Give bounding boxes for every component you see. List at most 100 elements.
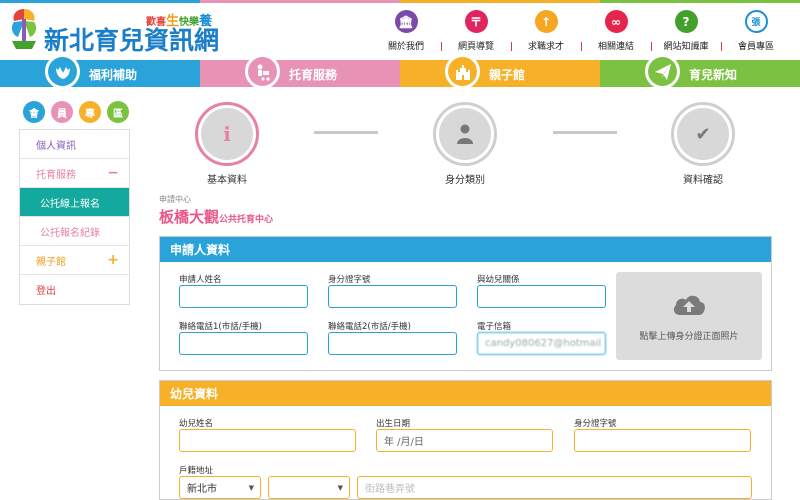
chevron-down-icon: ▼ bbox=[248, 483, 254, 492]
sidebar-item-label: 公托線上報名 bbox=[40, 198, 100, 210]
castle-icon bbox=[445, 54, 480, 89]
top-color-bar-green bbox=[600, 0, 800, 3]
main-nav-label: 托育服務 bbox=[289, 68, 338, 82]
sidebar-item[interactable]: 個人資訊 bbox=[20, 130, 129, 159]
top-nav-label: 會員專區 bbox=[737, 42, 774, 52]
child-name-input[interactable] bbox=[179, 429, 356, 452]
relationship-input[interactable] bbox=[477, 285, 606, 308]
sidebar-item[interactable]: 托育服務 − bbox=[20, 159, 129, 188]
child-id-input[interactable] bbox=[574, 429, 751, 452]
field-label: 幼兒姓名 bbox=[179, 419, 214, 429]
top-nav-item[interactable]: 〒網頁導覽 bbox=[446, 10, 506, 52]
top-nav-label: 求職求才 bbox=[527, 42, 564, 52]
info-glyph: i bbox=[223, 122, 231, 146]
center-name-suffix: 公共托育中心 bbox=[219, 215, 274, 225]
field-label: 電子信箱 bbox=[477, 322, 512, 332]
step-basic-info: i bbox=[195, 102, 259, 166]
top-nav-separator bbox=[441, 42, 442, 51]
paper-plane-icon bbox=[645, 54, 680, 89]
slogan-part: 生 bbox=[166, 14, 180, 29]
top-color-bar-blue bbox=[0, 0, 200, 3]
main-nav-item[interactable]: 育兒新知 bbox=[600, 54, 800, 89]
sidebar-item[interactable]: 公托線上報名 bbox=[20, 188, 129, 217]
link-icon: ∞ bbox=[604, 10, 628, 33]
member-badge-char: 會 bbox=[23, 101, 45, 123]
email-input[interactable]: candy080627@hotmail bbox=[477, 332, 606, 355]
applicant-id-input[interactable] bbox=[328, 285, 457, 308]
site-header: 新北育兒資訊網 歡喜生快樂養 🏛 關於我們〒網頁導覽 ↑ 求職求才 ∞ 相關連結? 網站知識… bbox=[0, 0, 800, 60]
sidebar-item[interactable]: 公托報名紀錄 bbox=[20, 217, 129, 246]
center-small-label: 申請中心 bbox=[159, 195, 191, 204]
expand-plus-icon[interactable]: + bbox=[107, 252, 119, 268]
top-nav-item[interactable]: 🏛 關於我們 bbox=[376, 10, 436, 52]
chevron-down-icon: ▼ bbox=[337, 483, 343, 492]
sidebar-menu: 個人資訊托育服務 − 公托線上報名 公托報名紀錄親子館 + 登出 bbox=[19, 129, 130, 305]
building-icon: 🏛 bbox=[394, 10, 418, 33]
step-confirm: ✔ bbox=[671, 102, 735, 166]
birthdate-input[interactable]: 年 /月/日 bbox=[376, 429, 553, 452]
main-nav-item[interactable]: 福利補助 bbox=[0, 54, 200, 89]
city-select[interactable]: 新北市 ▼ bbox=[179, 476, 261, 499]
step-label: 基本資料 bbox=[207, 175, 247, 186]
sidebar-item-label: 個人資訊 bbox=[36, 140, 76, 152]
main-nav-label: 親子館 bbox=[489, 68, 526, 82]
id-upload-area[interactable]: 點擊上傳身分證正面照片 bbox=[616, 272, 762, 360]
step-connector bbox=[314, 131, 378, 134]
top-nav-item[interactable]: 張會員專區 bbox=[726, 10, 786, 52]
road-placeholder: 街路巷弄號 bbox=[365, 484, 415, 495]
main-nav-item[interactable]: 親子館 bbox=[400, 54, 600, 89]
top-color-bar-pink bbox=[200, 0, 400, 3]
sidebar-item-label: 公托報名紀錄 bbox=[40, 227, 100, 239]
center-name: 板橋大觀公共托育中心 bbox=[159, 206, 273, 227]
top-nav-label: 關於我們 bbox=[387, 42, 424, 52]
step-label: 資料確認 bbox=[683, 175, 723, 186]
main-nav-item[interactable]: 托育服務 bbox=[200, 54, 400, 89]
field-label: 出生日期 bbox=[376, 419, 411, 429]
check-glyph: ✔ bbox=[695, 123, 711, 145]
step-connector bbox=[553, 131, 617, 134]
top-nav-separator bbox=[651, 42, 652, 51]
district-select[interactable]: ▼ bbox=[268, 476, 350, 499]
logo-icon[interactable] bbox=[6, 5, 42, 51]
phone1-input[interactable] bbox=[179, 332, 308, 355]
slogan-part: 歡喜 bbox=[146, 17, 166, 28]
up-arrow-icon: ↑ bbox=[534, 10, 558, 33]
top-nav-item[interactable]: ↑ 求職求才 bbox=[516, 10, 576, 52]
collapse-minus-icon[interactable]: − bbox=[107, 165, 119, 181]
sidebar-item[interactable]: 登出 bbox=[20, 275, 129, 304]
info-icon: i bbox=[201, 108, 253, 160]
road-input[interactable]: 街路巷弄號 bbox=[357, 476, 752, 499]
top-nav-separator bbox=[721, 42, 722, 51]
hands-icon bbox=[45, 54, 80, 89]
slogan-part: 快樂 bbox=[179, 17, 200, 28]
top-nav-separator bbox=[581, 42, 582, 51]
phone2-input[interactable] bbox=[328, 332, 457, 355]
top-nav-label: 網站知識庫 bbox=[663, 42, 709, 52]
person-icon bbox=[457, 124, 473, 144]
top-nav-item[interactable]: ∞ 相關連結 bbox=[586, 10, 646, 52]
child-panel-title: 幼兒資料 bbox=[160, 381, 771, 406]
top-nav-item[interactable]: ? 網站知識庫 bbox=[656, 10, 716, 52]
field-label: 申請人姓名 bbox=[179, 275, 222, 285]
city-select-value: 新北市 bbox=[187, 484, 217, 495]
member-badge-char: 員 bbox=[51, 101, 73, 123]
member-badge-char: 區 bbox=[107, 101, 129, 123]
field-label: 聯絡電話1(市話/手機) bbox=[179, 322, 262, 332]
site-slogan: 歡喜生快樂養 bbox=[146, 10, 212, 29]
sidebar-item[interactable]: 親子館 + bbox=[20, 246, 129, 275]
center-name-text: 板橋大觀 bbox=[159, 208, 220, 226]
stroller-icon bbox=[245, 54, 280, 89]
step-identity-type bbox=[433, 102, 497, 166]
slogan-part: 養 bbox=[199, 14, 213, 29]
field-label: 身分證字號 bbox=[328, 275, 371, 285]
top-nav-label: 相關連結 bbox=[597, 42, 634, 52]
sidebar-item-label: 登出 bbox=[36, 286, 56, 297]
question-icon: ? bbox=[674, 10, 698, 33]
top-color-bar-orange bbox=[400, 0, 600, 3]
main-nav: 福利補助 托育服務 親子館 育兒新知 bbox=[0, 54, 800, 89]
step-label: 身分類別 bbox=[445, 175, 485, 186]
top-nav-label: 網頁導覽 bbox=[457, 42, 494, 52]
field-label: 聯絡電話2(市話/手機) bbox=[328, 322, 411, 332]
check-icon: ✔ bbox=[677, 108, 729, 160]
applicant-name-input[interactable] bbox=[179, 285, 308, 308]
